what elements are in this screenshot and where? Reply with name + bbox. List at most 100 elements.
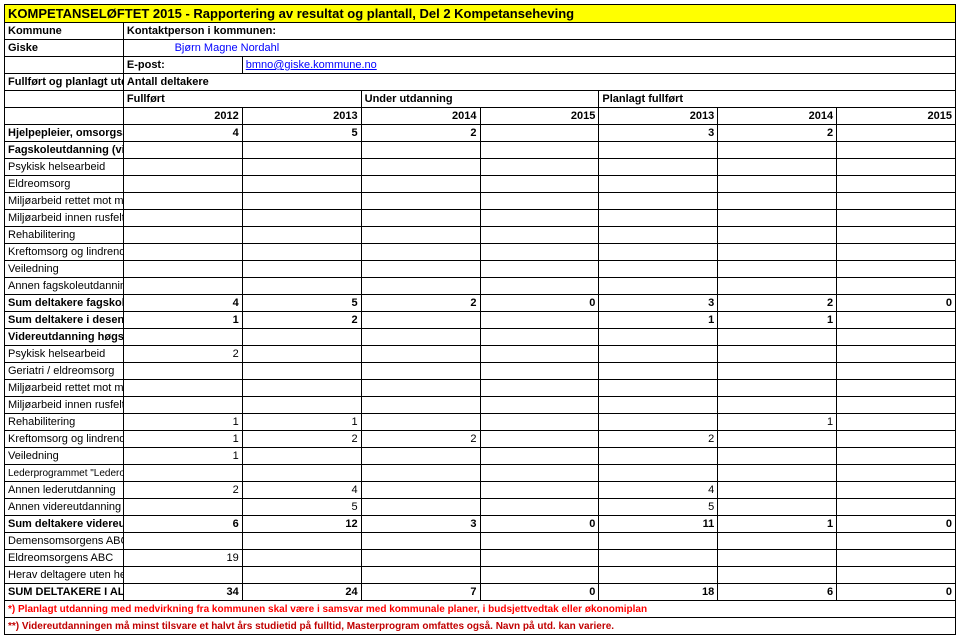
data-cell — [123, 227, 242, 244]
data-cell — [480, 142, 599, 159]
year-header: 2014 — [361, 108, 480, 125]
blank-cell — [5, 91, 124, 108]
data-cell — [718, 448, 837, 465]
data-cell — [242, 346, 361, 363]
data-cell: 4 — [123, 125, 242, 142]
data-cell — [718, 499, 837, 516]
data-cell — [837, 567, 956, 584]
row-label: Rehabilitering — [5, 227, 124, 244]
data-cell — [361, 312, 480, 329]
data-cell — [123, 142, 242, 159]
row-label: Sum deltakere fagskoleutdanning — [5, 295, 124, 312]
fullfort-label: Fullført og planlagt utdanning *) — [5, 74, 124, 91]
row-label: Herav deltagere uten helse- og sosialfag… — [5, 567, 124, 584]
data-cell: 4 — [599, 482, 718, 499]
data-cell — [242, 210, 361, 227]
data-cell — [599, 142, 718, 159]
data-cell — [361, 176, 480, 193]
data-cell: 0 — [837, 516, 956, 533]
data-cell — [718, 346, 837, 363]
kontakt-value: Bjørn Magne Nordahl — [123, 40, 955, 57]
group-planlagt: Planlagt fullført — [599, 91, 956, 108]
group-under: Under utdanning — [361, 91, 599, 108]
data-cell — [480, 550, 599, 567]
data-cell: 4 — [123, 295, 242, 312]
data-cell: 1 — [123, 431, 242, 448]
data-cell: 1 — [718, 516, 837, 533]
data-cell: 2 — [361, 125, 480, 142]
data-cell — [718, 465, 837, 482]
data-cell — [361, 380, 480, 397]
data-cell — [242, 397, 361, 414]
year-header: 2014 — [718, 108, 837, 125]
kommune-value: Giske — [5, 40, 124, 57]
data-cell: 12 — [242, 516, 361, 533]
data-cell — [361, 448, 480, 465]
data-cell — [718, 244, 837, 261]
epost-value[interactable]: bmno@giske.kommune.no — [242, 57, 955, 74]
data-cell — [480, 261, 599, 278]
data-cell: 7 — [361, 584, 480, 601]
data-cell — [480, 567, 599, 584]
data-cell — [123, 193, 242, 210]
data-cell — [242, 448, 361, 465]
data-cell — [361, 482, 480, 499]
row-label: Sum deltakere videreutdanning — [5, 516, 124, 533]
data-cell: 1 — [242, 414, 361, 431]
data-cell — [361, 142, 480, 159]
data-cell — [718, 142, 837, 159]
kommune-label: Kommune — [5, 23, 124, 40]
data-cell — [837, 227, 956, 244]
data-cell — [480, 499, 599, 516]
data-cell — [837, 159, 956, 176]
data-cell — [242, 550, 361, 567]
data-cell: 2 — [123, 482, 242, 499]
data-cell: 6 — [123, 516, 242, 533]
data-cell — [480, 244, 599, 261]
row-label: Miljøarbeid innen rusfeltet — [5, 210, 124, 227]
row-label: Rehabilitering — [5, 414, 124, 431]
data-cell: 5 — [242, 125, 361, 142]
data-cell — [718, 567, 837, 584]
data-cell — [837, 193, 956, 210]
data-cell — [718, 550, 837, 567]
data-cell — [242, 176, 361, 193]
data-cell — [837, 176, 956, 193]
data-cell: 24 — [242, 584, 361, 601]
data-cell — [123, 380, 242, 397]
row-label: Geriatri / eldreomsorg — [5, 363, 124, 380]
data-cell — [837, 380, 956, 397]
data-cell — [361, 329, 480, 346]
data-cell: 2 — [599, 431, 718, 448]
data-cell — [242, 142, 361, 159]
data-cell — [480, 533, 599, 550]
data-cell — [718, 210, 837, 227]
row-label: Demensomsorgens ABC — [5, 533, 124, 550]
row-label: Videreutdanning høgskoleutdannet persone… — [5, 329, 124, 346]
row-label: Kreftomsorg og lindrende pleie — [5, 244, 124, 261]
row-label: Psykisk helsearbeid — [5, 346, 124, 363]
data-cell: 2 — [123, 346, 242, 363]
data-cell — [242, 159, 361, 176]
data-cell: 6 — [718, 584, 837, 601]
row-label: Annen fagskoleutdanning — [5, 278, 124, 295]
data-cell: 11 — [599, 516, 718, 533]
data-cell — [837, 210, 956, 227]
data-cell — [837, 346, 956, 363]
data-cell: 5 — [242, 499, 361, 516]
year-header: 2015 — [480, 108, 599, 125]
data-cell — [242, 380, 361, 397]
data-cell: 3 — [599, 295, 718, 312]
data-cell — [361, 397, 480, 414]
data-cell — [480, 346, 599, 363]
data-cell — [361, 550, 480, 567]
row-label: Sum deltakere i desentralisert høyere ut… — [5, 312, 124, 329]
year-header: 2013 — [242, 108, 361, 125]
row-label: Miljøarbeid rettet mot menn. med funksjo… — [5, 380, 124, 397]
data-cell: 0 — [480, 295, 599, 312]
data-cell — [123, 465, 242, 482]
row-label: Fagskoleutdanning (videreutdanning) **) — [5, 142, 124, 159]
data-cell — [123, 244, 242, 261]
data-cell — [599, 414, 718, 431]
blank-cell — [5, 108, 124, 125]
